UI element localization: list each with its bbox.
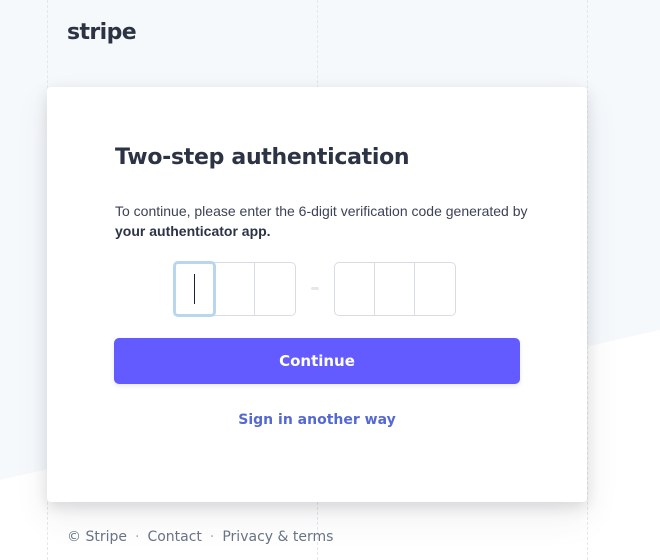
stripe-logo[interactable]: stripe: [67, 20, 137, 45]
code-input-group-second: [334, 262, 456, 316]
code-digit-1[interactable]: [173, 261, 216, 317]
copyright-link[interactable]: © Stripe: [67, 529, 127, 545]
text-cursor: [194, 274, 195, 304]
guide-line: [587, 0, 588, 560]
instructions-text: To continue, please enter the 6-digit ve…: [115, 203, 528, 239]
code-separator: [311, 287, 319, 290]
footer-separator: ·: [134, 529, 140, 545]
authenticator-app-emphasis: your authenticator app.: [115, 223, 271, 239]
continue-button[interactable]: Continue: [114, 338, 520, 384]
code-input-group-first: [173, 261, 296, 317]
sign-in-another-way-link[interactable]: Sign in another way: [47, 412, 587, 428]
code-digit-2[interactable]: [216, 263, 256, 315]
code-digit-4[interactable]: [335, 263, 375, 315]
code-digit-6[interactable]: [415, 263, 455, 315]
code-digit-3[interactable]: [255, 263, 295, 315]
contact-link[interactable]: Contact: [147, 529, 201, 545]
code-digit-5[interactable]: [375, 263, 415, 315]
auth-card: Two-step authentication To continue, ple…: [47, 87, 587, 502]
privacy-terms-link[interactable]: Privacy & terms: [222, 529, 333, 545]
footer: © Stripe · Contact · Privacy & terms: [67, 529, 333, 545]
page-title: Two-step authentication: [115, 145, 410, 170]
footer-separator: ·: [209, 529, 215, 545]
